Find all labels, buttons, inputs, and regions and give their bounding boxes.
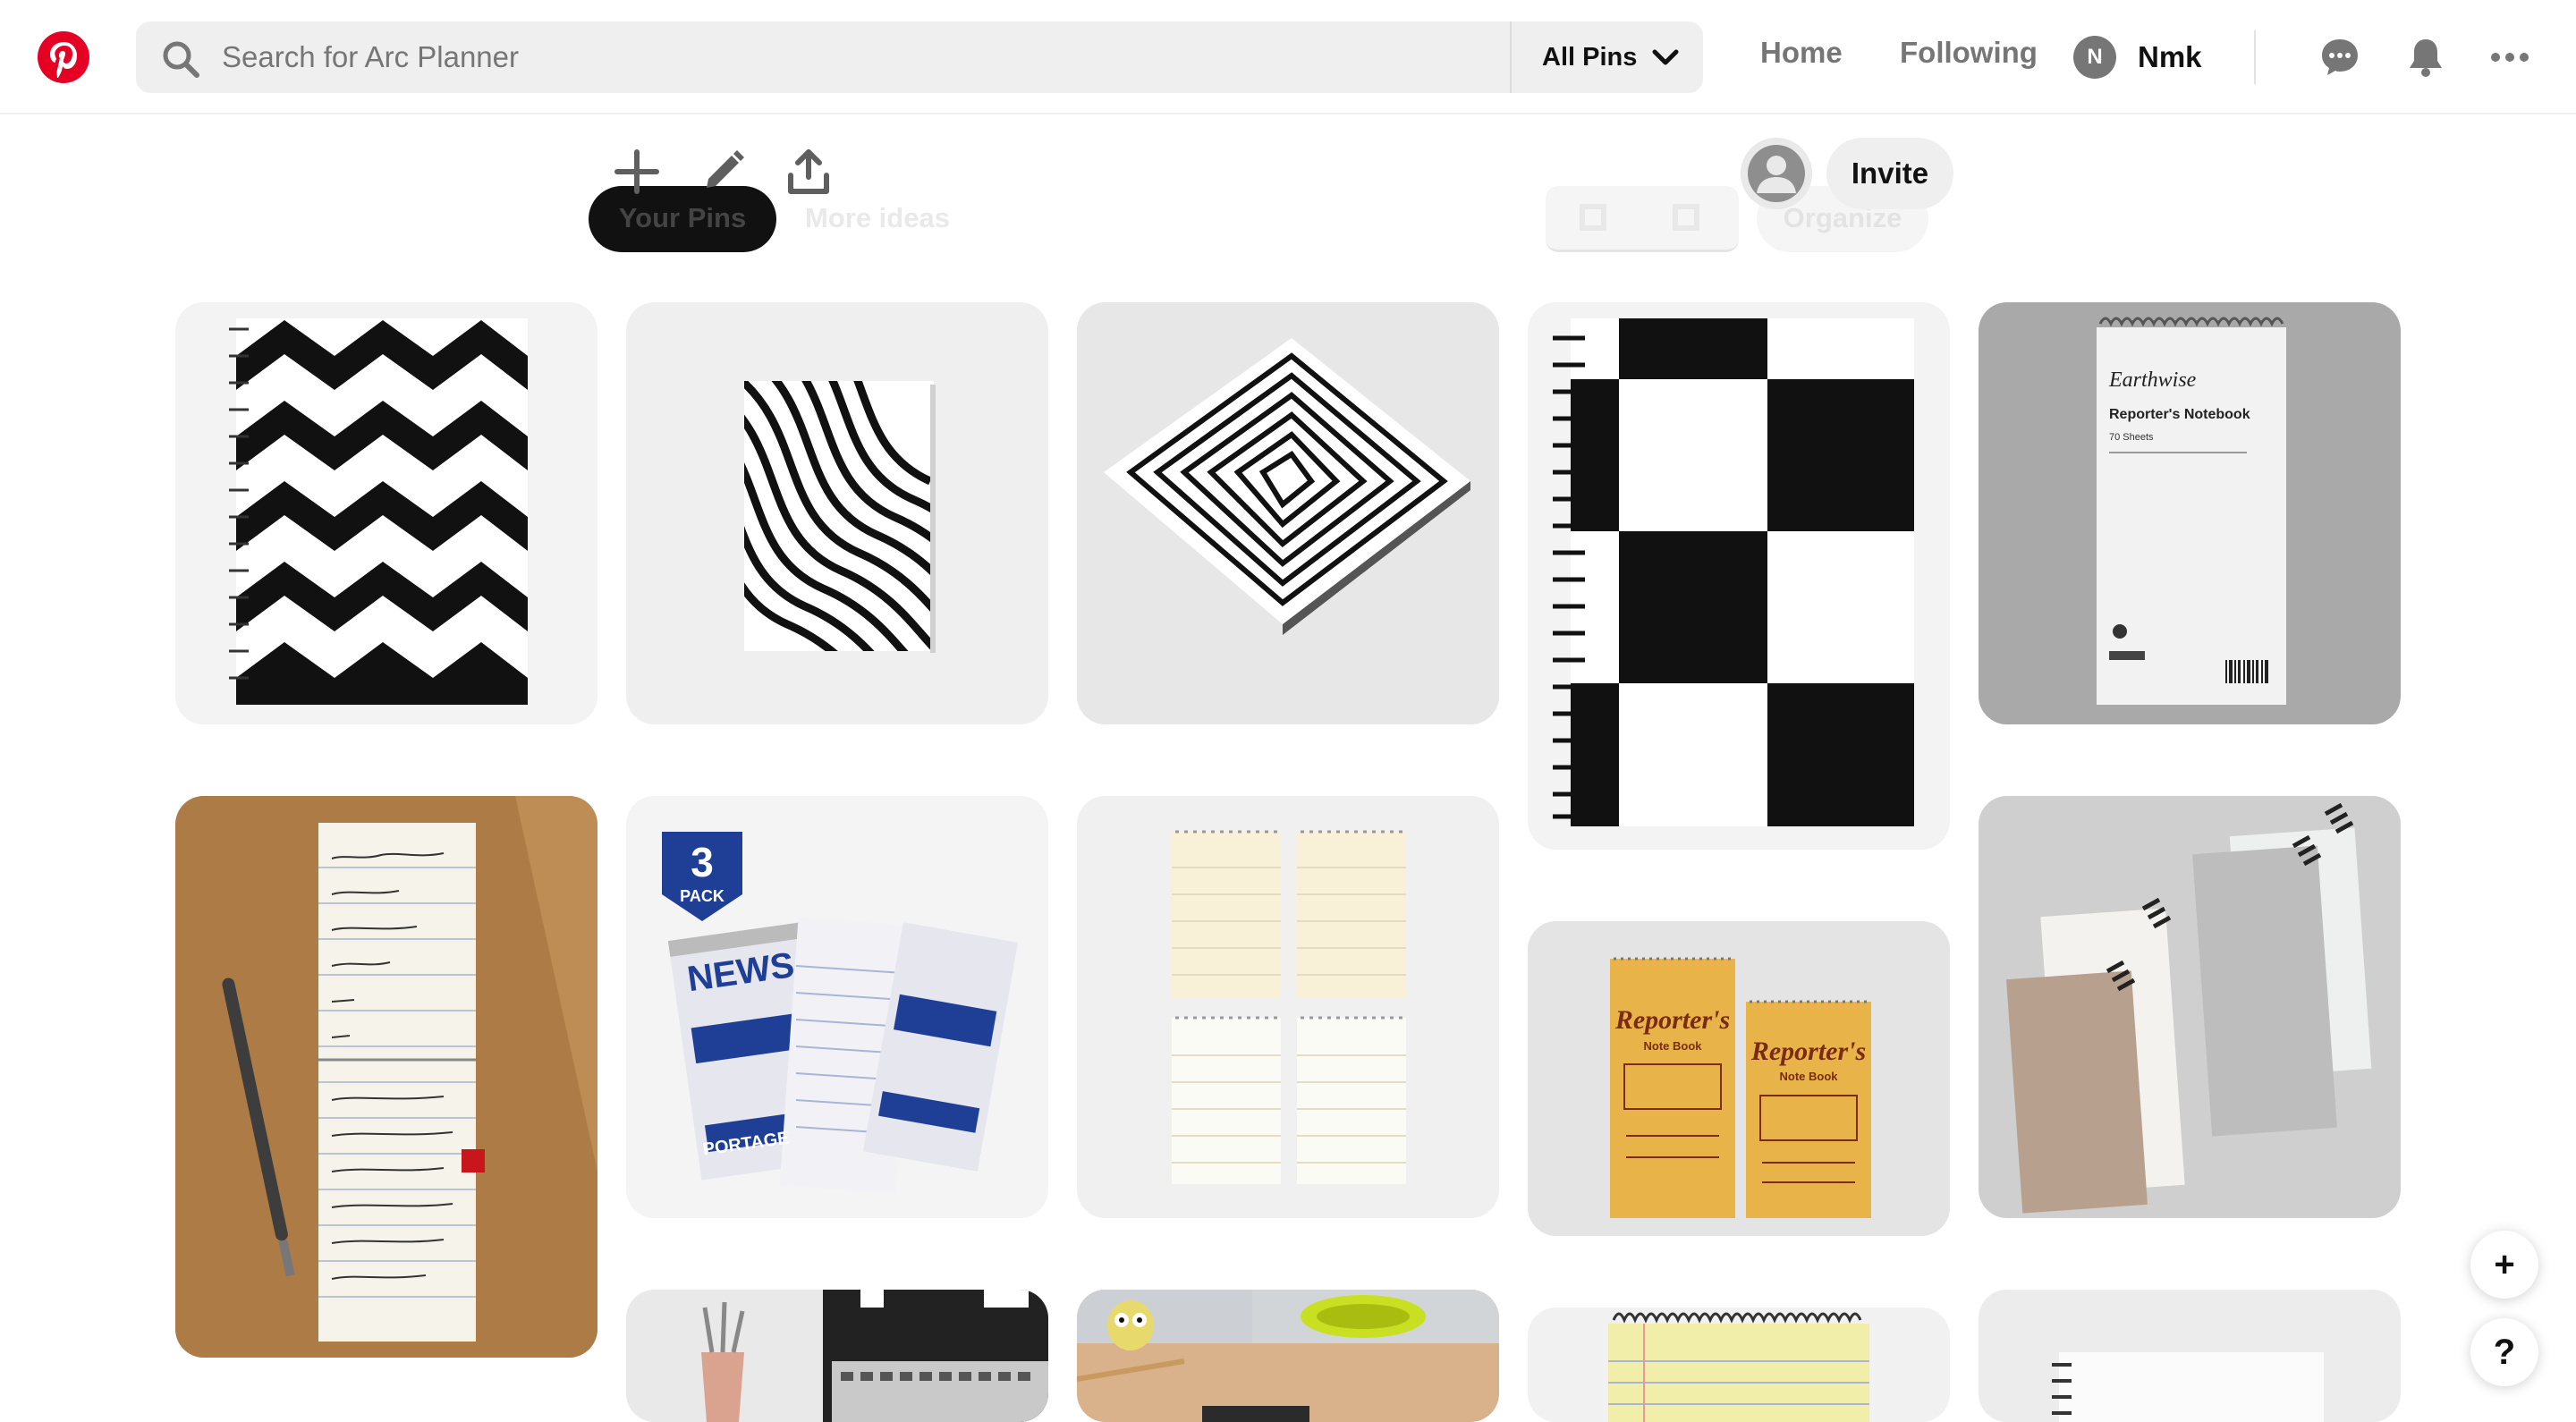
view-toggle[interactable]	[1546, 186, 1739, 252]
more-icon[interactable]	[2488, 36, 2531, 79]
add-icon: +	[2494, 1244, 2515, 1284]
earthwise-sheets: 70 Sheets	[2109, 432, 2154, 443]
board-tabs: Your Pins More ideas Organize	[0, 186, 2576, 258]
search-icon	[163, 41, 199, 78]
chevron-down-icon	[1652, 49, 1679, 65]
user-icon[interactable]	[1741, 138, 1812, 209]
search-bar	[136, 21, 1703, 93]
pencil-icon[interactable]	[698, 147, 748, 197]
add-icon[interactable]	[612, 147, 662, 197]
pin-earthwise-reporters-notebook[interactable]: Earthwise Reporter's Notebook 70 Sheets	[1979, 302, 2401, 724]
pack-number: 3	[691, 839, 714, 885]
tab-your-pins-label: Your Pins	[618, 202, 747, 233]
pin-white-spiral-pad[interactable]	[1979, 1290, 2401, 1422]
pin-optical-squares-notebook[interactable]	[1077, 302, 1499, 724]
compact-view-icon	[1673, 204, 1699, 231]
profile-name: Nmk	[2138, 40, 2202, 73]
nav-following[interactable]: Following	[1900, 36, 2038, 70]
pin-blank-notepads[interactable]	[1077, 796, 1499, 1218]
organize-label: Organize	[1783, 202, 1902, 233]
avatar: N	[2073, 36, 2116, 79]
pin-portage-news-notebooks[interactable]: 3 PACK NEWS PORTAGE	[626, 796, 1048, 1218]
kraft-cover-title-2: Reporter's	[1750, 1037, 1866, 1066]
kraft-cover-subtitle: Note Book	[1644, 1039, 1703, 1053]
pinterest-logo-icon[interactable]	[38, 31, 89, 83]
pin-yellow-legal-pad[interactable]	[1528, 1308, 1950, 1422]
share-icon[interactable]	[784, 147, 834, 197]
pin-wavy-stripes-notebook[interactable]	[626, 302, 1048, 724]
tab-more-ideas-label: More ideas	[805, 202, 950, 233]
pin-checkerboard-notebook[interactable]	[1528, 302, 1950, 850]
pin-chevron-notebook[interactable]	[175, 302, 597, 724]
pin-wooden-desk-items[interactable]	[1077, 1290, 1499, 1422]
search-input[interactable]	[222, 21, 1635, 93]
chat-icon[interactable]	[2318, 36, 2361, 79]
help-icon: ?	[2493, 1332, 2516, 1372]
profile-link[interactable]: N Nmk	[2073, 36, 2202, 79]
create-pin-button[interactable]: +	[2470, 1231, 2538, 1299]
kraft-cover-subtitle-2: Note Book	[1780, 1070, 1839, 1083]
grid-view-icon	[1580, 204, 1606, 231]
pack-label: PACK	[680, 887, 724, 905]
pin-desk-laptop-pencils[interactable]	[626, 1290, 1048, 1422]
kraft-cover-title: Reporter's	[1614, 1005, 1730, 1035]
invite-button[interactable]: Invite	[1826, 138, 1953, 209]
top-header: All Pins Home Following N Nmk	[0, 0, 2576, 114]
help-button[interactable]: ?	[2470, 1318, 2538, 1386]
nav-home[interactable]: Home	[1760, 36, 1843, 70]
bell-icon[interactable]	[2404, 36, 2447, 79]
pin-handwritten-reporters-pad[interactable]	[175, 796, 597, 1358]
filter-label: All Pins	[1542, 42, 1638, 72]
pin-kraft-reporters-note-books[interactable]: Reporter's Note Book Reporter's Note Boo…	[1528, 921, 1950, 1236]
earthwise-title: Reporter's Notebook	[2109, 407, 2250, 422]
header-divider	[2254, 30, 2256, 84]
all-pins-filter[interactable]: All Pins	[1510, 21, 1703, 93]
tab-more-ideas[interactable]: More ideas	[805, 202, 950, 234]
pin-spiral-notebooks-stack[interactable]	[1979, 796, 2401, 1218]
earthwise-brand: Earthwise	[2108, 368, 2197, 392]
